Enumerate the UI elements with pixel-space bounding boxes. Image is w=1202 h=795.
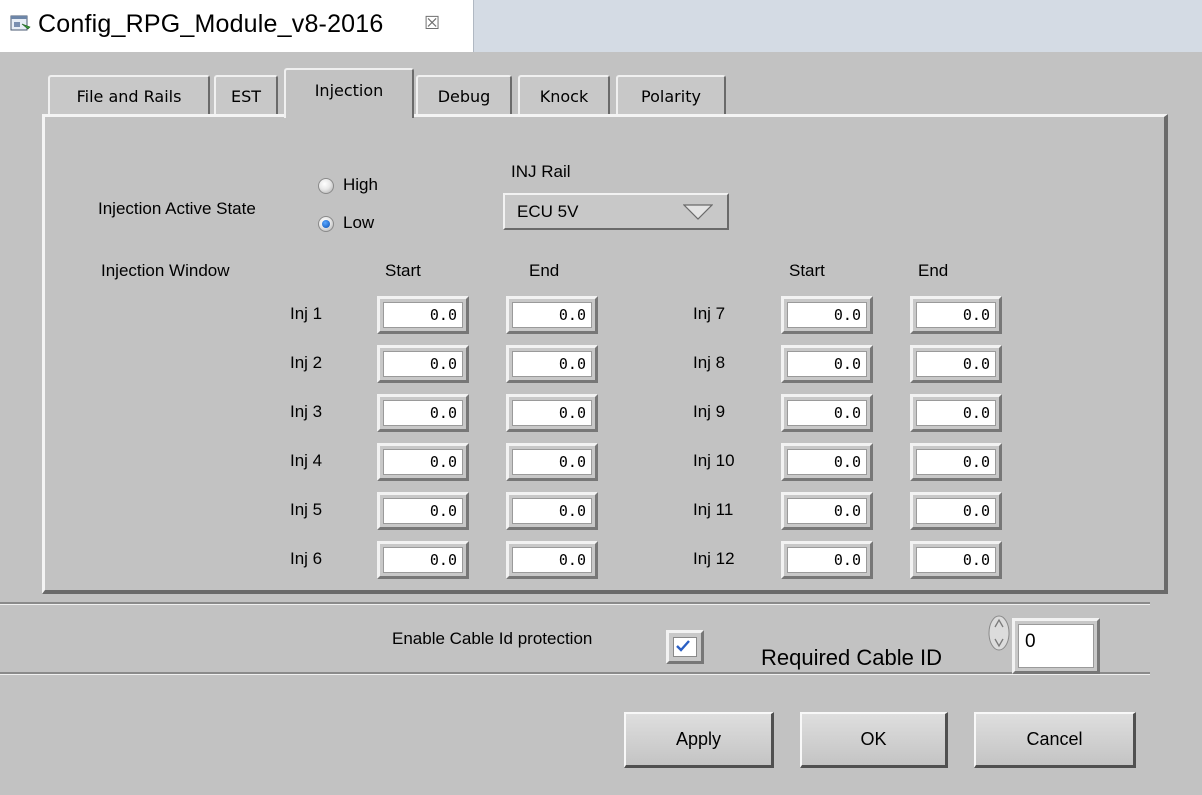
injector-label: Inj 2 [290, 353, 323, 372]
injector-start-field[interactable]: 0.0 [781, 492, 873, 530]
injector-end-value: 0.0 [512, 547, 592, 573]
injector-label: Inj 4 [290, 451, 323, 470]
injector-start-value: 0.0 [787, 547, 867, 573]
document-title: Config_RPG_Module_v8-2016 [38, 10, 384, 38]
tab-knock[interactable]: Knock [518, 75, 610, 115]
injector-start-value: 0.0 [383, 547, 463, 573]
injector-start-field[interactable]: 0.0 [377, 443, 469, 481]
active-state-label: Injection Active State [98, 199, 256, 218]
end-header-left: End [529, 261, 560, 280]
injector-end-field[interactable]: 0.0 [506, 541, 598, 579]
vi-document-icon [10, 15, 32, 33]
injector-end-field[interactable]: 0.0 [506, 492, 598, 530]
injector-end-field[interactable]: 0.0 [506, 296, 598, 334]
injector-end-field[interactable]: 0.0 [506, 345, 598, 383]
required-cable-id-label: Required Cable ID [761, 645, 942, 670]
injector-end-value: 0.0 [916, 400, 996, 426]
injection-window-label: Injection Window [101, 261, 230, 280]
inj-rail-label: INJ Rail [511, 162, 571, 181]
apply-button[interactable]: Apply [624, 712, 774, 768]
injector-start-field[interactable]: 0.0 [377, 492, 469, 530]
injector-label: Inj 10 [693, 451, 735, 470]
injector-end-field[interactable]: 0.0 [910, 443, 1002, 481]
injector-start-field[interactable]: 0.0 [781, 541, 873, 579]
injector-end-value: 0.0 [916, 302, 996, 328]
injector-label: Inj 12 [693, 549, 735, 568]
tab-polarity[interactable]: Polarity [616, 75, 726, 115]
injector-label: Inj 1 [290, 304, 323, 323]
injector-end-value: 0.0 [916, 498, 996, 524]
separator [0, 672, 1150, 675]
injector-end-field[interactable]: 0.0 [506, 443, 598, 481]
spinner-arrows-icon[interactable] [987, 614, 1011, 652]
radio-low[interactable] [318, 216, 334, 232]
injector-start-field[interactable]: 0.0 [781, 443, 873, 481]
injector-end-field[interactable]: 0.0 [910, 296, 1002, 334]
checkmark-icon [673, 637, 697, 657]
close-icon[interactable]: ☒ [424, 13, 440, 34]
ok-button[interactable]: OK [800, 712, 948, 768]
inj-rail-dropdown[interactable]: ECU 5V [503, 193, 729, 230]
injector-end-value: 0.0 [512, 498, 592, 524]
injector-end-field[interactable]: 0.0 [910, 394, 1002, 432]
injector-end-value: 0.0 [916, 449, 996, 475]
tab-est[interactable]: EST [214, 75, 278, 115]
injector-label: Inj 7 [693, 304, 726, 323]
injector-end-field[interactable]: 0.0 [910, 541, 1002, 579]
tab-injection[interactable]: Injection [284, 68, 414, 118]
injector-start-field[interactable]: 0.0 [377, 541, 469, 579]
start-header-left: Start [385, 261, 421, 280]
radio-high[interactable] [318, 178, 334, 194]
injector-start-value: 0.0 [787, 302, 867, 328]
radio-high-label: High [343, 175, 378, 194]
injector-end-value: 0.0 [512, 400, 592, 426]
injector-start-field[interactable]: 0.0 [377, 394, 469, 432]
required-cable-id-value: 0 [1018, 624, 1094, 668]
injector-label: Inj 5 [290, 500, 323, 519]
tab-file-and-rails[interactable]: File and Rails [48, 75, 210, 115]
injector-start-value: 0.0 [787, 400, 867, 426]
injector-end-value: 0.0 [512, 449, 592, 475]
document-tab[interactable]: Config_RPG_Module_v8-2016 ☒ [0, 0, 474, 52]
injector-end-value: 0.0 [916, 547, 996, 573]
injector-end-field[interactable]: 0.0 [910, 492, 1002, 530]
injector-start-value: 0.0 [383, 498, 463, 524]
start-header-right: Start [789, 261, 825, 280]
chevron-down-icon [682, 203, 714, 226]
injector-start-field[interactable]: 0.0 [377, 296, 469, 334]
injector-end-value: 0.0 [512, 351, 592, 377]
tab-debug[interactable]: Debug [416, 75, 512, 115]
injector-start-value: 0.0 [383, 302, 463, 328]
injector-label: Inj 9 [693, 402, 726, 421]
radio-low-label: Low [343, 213, 375, 232]
cable-protection-label: Enable Cable Id protection [392, 629, 593, 648]
injector-label: Inj 6 [290, 549, 323, 568]
injector-start-value: 0.0 [787, 498, 867, 524]
injector-end-value: 0.0 [916, 351, 996, 377]
end-header-right: End [918, 261, 949, 280]
injector-start-value: 0.0 [383, 351, 463, 377]
injector-start-field[interactable]: 0.0 [377, 345, 469, 383]
inj-rail-value: ECU 5V [517, 202, 579, 221]
injector-start-value: 0.0 [787, 351, 867, 377]
injector-label: Inj 3 [290, 402, 323, 421]
cable-protection-checkbox[interactable] [666, 630, 704, 664]
injector-label: Inj 8 [693, 353, 726, 372]
injector-end-value: 0.0 [512, 302, 592, 328]
injector-start-field[interactable]: 0.0 [781, 296, 873, 334]
separator [0, 602, 1150, 605]
injector-end-field[interactable]: 0.0 [506, 394, 598, 432]
injector-start-field[interactable]: 0.0 [781, 394, 873, 432]
injector-start-value: 0.0 [383, 400, 463, 426]
injector-start-value: 0.0 [383, 449, 463, 475]
required-cable-id-input[interactable]: 0 [1012, 618, 1100, 674]
injector-label: Inj 11 [693, 500, 734, 519]
injector-end-field[interactable]: 0.0 [910, 345, 1002, 383]
injector-start-field[interactable]: 0.0 [781, 345, 873, 383]
cancel-button[interactable]: Cancel [974, 712, 1136, 768]
injector-start-value: 0.0 [787, 449, 867, 475]
